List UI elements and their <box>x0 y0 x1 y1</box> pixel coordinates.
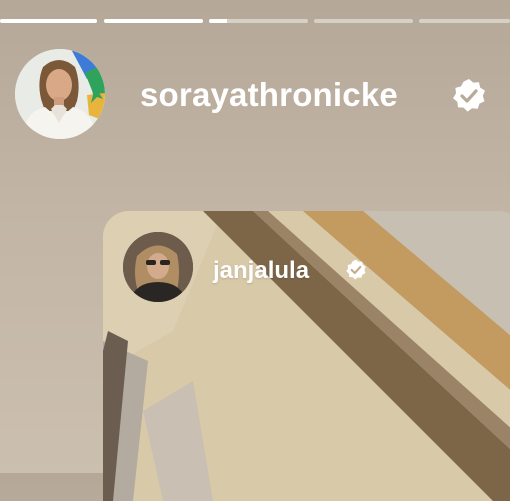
shared-post-card[interactable]: janjalula <box>103 211 510 501</box>
story-progress-bar <box>0 19 510 23</box>
shared-post-username[interactable]: janjalula <box>213 257 309 285</box>
story-progress-segment <box>419 19 510 23</box>
profile-photo-icon <box>123 232 193 302</box>
story-header: sorayathronicke <box>15 49 495 141</box>
story-username[interactable]: sorayathronicke <box>140 76 398 114</box>
story-progress-segment <box>104 19 203 23</box>
story-progress-segment <box>209 19 308 23</box>
verified-badge-icon <box>453 79 485 112</box>
story-progress-segment <box>314 19 413 23</box>
story-progress-segment <box>0 19 97 23</box>
verified-badge-icon <box>346 259 366 280</box>
profile-photo-icon <box>15 49 105 139</box>
profile-avatar[interactable] <box>15 49 105 139</box>
shared-post-avatar[interactable] <box>123 232 193 302</box>
